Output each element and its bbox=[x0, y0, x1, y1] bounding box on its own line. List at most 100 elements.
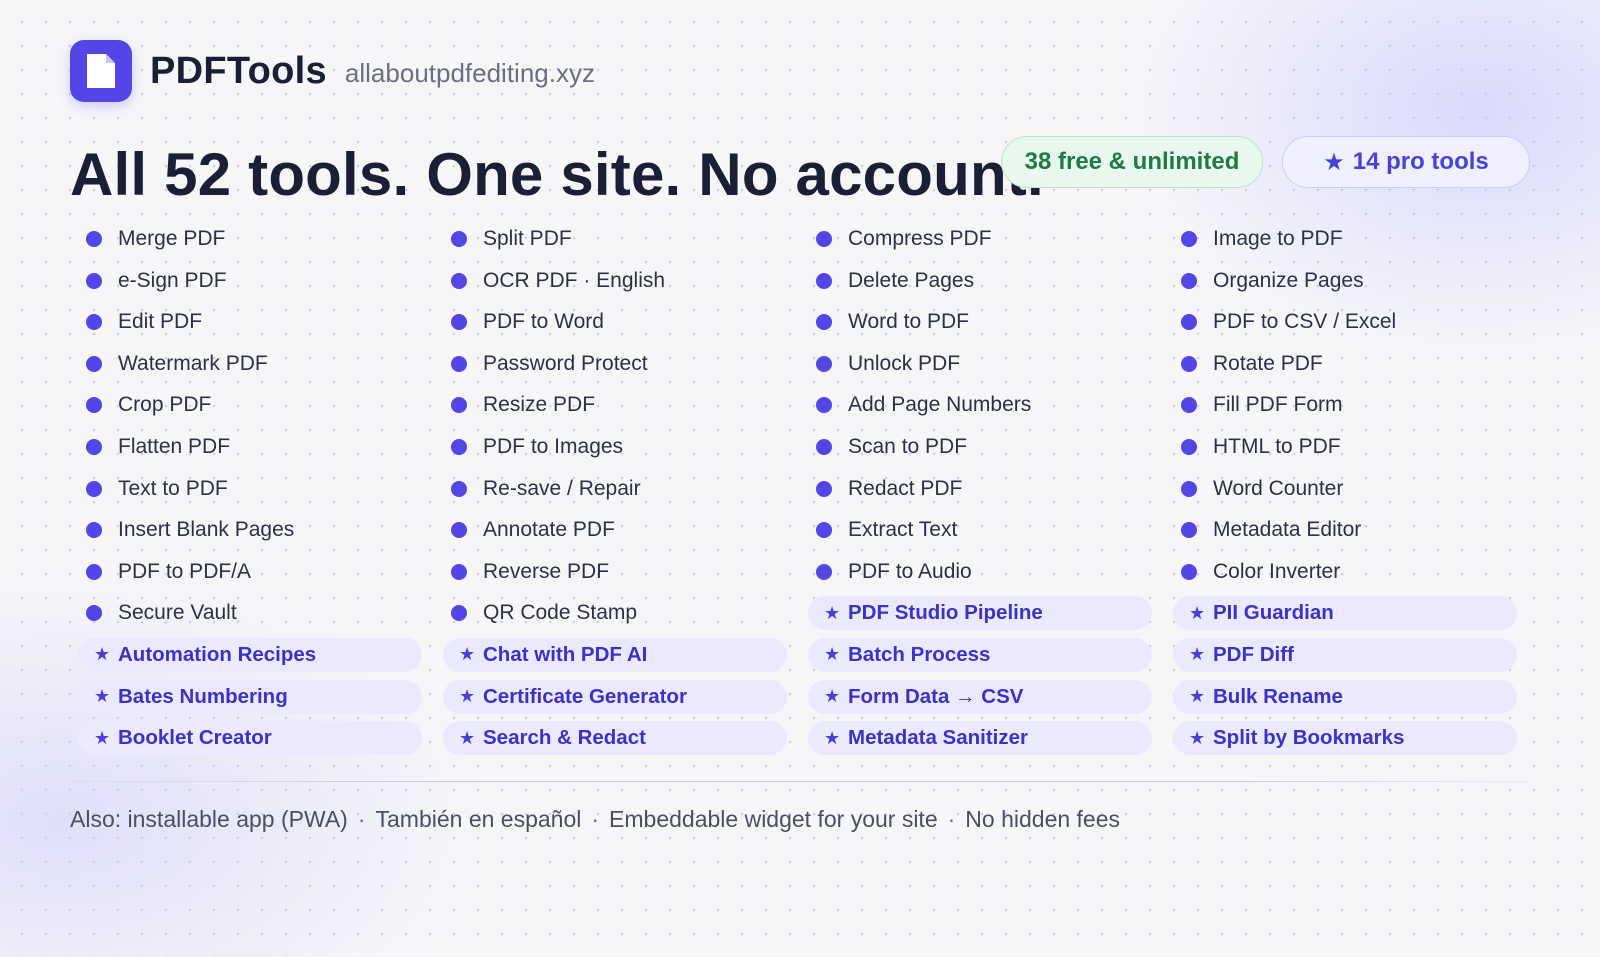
pro-tool-link[interactable]: ★ Batch Process bbox=[808, 637, 1152, 672]
tool-link[interactable]: OCR PDF · English bbox=[443, 264, 787, 298]
tool-label: HTML to PDF bbox=[1213, 434, 1341, 458]
tool-link[interactable]: Edit PDF bbox=[78, 305, 422, 339]
tool-link[interactable]: PDF to Images bbox=[443, 430, 787, 464]
pro-tool-link[interactable]: ★ PDF Studio Pipeline bbox=[808, 596, 1152, 631]
tool-label: Delete Pages bbox=[848, 268, 975, 292]
pro-tool-label: PDF Diff bbox=[1213, 642, 1294, 666]
tool-link[interactable]: Flatten PDF bbox=[78, 430, 422, 464]
brand-name[interactable]: PDFTools bbox=[150, 50, 327, 93]
tool-label: PDF to Word bbox=[483, 310, 604, 334]
tool-label: Resize PDF bbox=[483, 393, 596, 417]
tool-link[interactable]: Organize Pages bbox=[1173, 264, 1517, 298]
pro-tool-label: Chat with PDF AI bbox=[483, 642, 648, 666]
tool-link[interactable]: Password Protect bbox=[443, 347, 787, 381]
tool-link[interactable]: Scan to PDF bbox=[808, 430, 1152, 464]
tool-link[interactable]: Merge PDF bbox=[78, 222, 422, 256]
tool-link[interactable]: Unlock PDF bbox=[808, 347, 1152, 381]
tool-link[interactable]: PDF to Audio bbox=[808, 555, 1152, 589]
tool-link[interactable]: Split PDF bbox=[443, 222, 787, 256]
bullet-dot-icon bbox=[816, 272, 832, 289]
tool-label: PDF to PDF/A bbox=[118, 559, 252, 583]
tool-link[interactable]: e-Sign PDF bbox=[78, 264, 422, 298]
tool-link[interactable]: Watermark PDF bbox=[78, 347, 422, 381]
site-header: PDFTools allaboutpdfediting.xyz bbox=[70, 40, 595, 102]
pro-tool-label: PII Guardian bbox=[1213, 601, 1334, 625]
pro-tool-link[interactable]: ★ Automation Recipes bbox=[78, 637, 422, 672]
tool-label: Merge PDF bbox=[118, 227, 226, 250]
tool-link[interactable]: Add Page Numbers bbox=[808, 388, 1152, 422]
tool-label: Add Page Numbers bbox=[848, 393, 1032, 417]
tool-label: Fill PDF Form bbox=[1213, 393, 1343, 417]
tool-link[interactable]: Crop PDF bbox=[78, 388, 422, 422]
tool-link[interactable]: Redact PDF bbox=[808, 472, 1152, 506]
star-icon: ★ bbox=[824, 644, 841, 665]
star-icon: ★ bbox=[1323, 148, 1345, 176]
tool-link[interactable]: Re-save / Repair bbox=[443, 472, 787, 506]
bullet-dot-icon bbox=[816, 355, 832, 372]
bullet-dot-icon bbox=[86, 355, 102, 372]
bullet-dot-icon bbox=[86, 480, 102, 497]
bullet-dot-icon bbox=[86, 563, 102, 580]
tool-link[interactable]: Reverse PDF bbox=[443, 555, 787, 589]
tool-link[interactable]: Fill PDF Form bbox=[1173, 388, 1517, 422]
pro-tools-badge[interactable]: ★ 14 pro tools bbox=[1282, 136, 1530, 188]
tool-label: Insert Blank Pages bbox=[118, 518, 295, 542]
tool-link[interactable]: Word Counter bbox=[1173, 472, 1517, 506]
tool-link[interactable]: Metadata Editor bbox=[1173, 513, 1517, 547]
pro-tool-link[interactable]: ★ PDF Diff bbox=[1173, 637, 1517, 672]
tool-link[interactable]: PDF to CSV / Excel bbox=[1173, 305, 1517, 339]
tool-link[interactable]: Word to PDF bbox=[808, 305, 1152, 339]
tool-link[interactable]: PDF to PDF/A bbox=[78, 555, 422, 589]
bullet-dot-icon bbox=[451, 438, 467, 455]
tool-label: Edit PDF bbox=[118, 310, 203, 334]
tool-link[interactable]: Text to PDF bbox=[78, 472, 422, 506]
tool-link[interactable]: HTML to PDF bbox=[1173, 430, 1517, 464]
pro-tool-label: Batch Process bbox=[848, 642, 991, 666]
bullet-dot-icon bbox=[816, 314, 832, 331]
bullet-dot-icon bbox=[451, 397, 467, 414]
star-icon: ★ bbox=[824, 686, 841, 707]
pro-tool-label: Booklet Creator bbox=[118, 726, 272, 750]
document-icon-glyph bbox=[87, 54, 115, 88]
pro-tool-link[interactable]: ★ Metadata Sanitizer bbox=[808, 721, 1152, 756]
star-icon: ★ bbox=[459, 727, 476, 748]
tool-link[interactable]: Image to PDF bbox=[1173, 222, 1517, 256]
document-icon[interactable] bbox=[70, 40, 132, 102]
bullet-dot-icon bbox=[1181, 480, 1197, 497]
tool-link[interactable]: Color Inverter bbox=[1173, 555, 1517, 589]
tool-link[interactable]: Delete Pages bbox=[808, 264, 1152, 298]
tool-label: e-Sign PDF bbox=[118, 268, 227, 292]
free-tools-badge-label: 38 free & unlimited bbox=[1024, 148, 1240, 175]
bullet-dot-icon bbox=[86, 314, 102, 331]
pro-tool-link[interactable]: ★ Certificate Generator bbox=[443, 679, 787, 714]
tool-label: Redact PDF bbox=[848, 476, 963, 500]
pro-tool-link[interactable]: ★ Booklet Creator bbox=[78, 721, 422, 756]
pro-tool-link[interactable]: ★ Form Data → CSV bbox=[808, 679, 1152, 714]
tool-link[interactable]: Secure Vault bbox=[78, 596, 422, 630]
divider bbox=[70, 781, 1530, 782]
pro-tool-link[interactable]: ★ Chat with PDF AI bbox=[443, 637, 787, 672]
tool-link[interactable]: Extract Text bbox=[808, 513, 1152, 547]
tool-label: Password Protect bbox=[483, 351, 648, 375]
pro-tool-link[interactable]: ★ Split by Bookmarks bbox=[1173, 721, 1517, 756]
pro-tool-label: Split by Bookmarks bbox=[1213, 726, 1405, 750]
free-tools-badge[interactable]: 38 free & unlimited bbox=[1001, 136, 1263, 188]
bullet-dot-icon bbox=[1181, 397, 1197, 414]
tool-link[interactable]: QR Code Stamp bbox=[443, 596, 787, 630]
tool-link[interactable]: Rotate PDF bbox=[1173, 347, 1517, 381]
tool-link[interactable]: Annotate PDF bbox=[443, 513, 787, 547]
bullet-dot-icon bbox=[1181, 522, 1197, 539]
pro-tool-link[interactable]: ★ Search & Redact bbox=[443, 721, 787, 756]
bullet-dot-icon bbox=[86, 231, 102, 247]
star-icon: ★ bbox=[1189, 686, 1206, 707]
pro-tool-link[interactable]: ★ Bates Numbering bbox=[78, 679, 422, 714]
tool-column: Merge PDF e-Sign PDF Edit PDF Watermark PDF… bbox=[78, 222, 422, 763]
tool-link[interactable]: Insert Blank Pages bbox=[78, 513, 422, 547]
tool-link[interactable]: PDF to Word bbox=[443, 305, 787, 339]
tool-link[interactable]: Compress PDF bbox=[808, 222, 1152, 256]
tool-label: Secure Vault bbox=[118, 601, 237, 625]
pro-tool-link[interactable]: ★ Bulk Rename bbox=[1173, 679, 1517, 714]
pro-tool-link[interactable]: ★ PII Guardian bbox=[1173, 596, 1517, 631]
tool-link[interactable]: Resize PDF bbox=[443, 388, 787, 422]
tool-label: OCR PDF · English bbox=[483, 268, 666, 292]
